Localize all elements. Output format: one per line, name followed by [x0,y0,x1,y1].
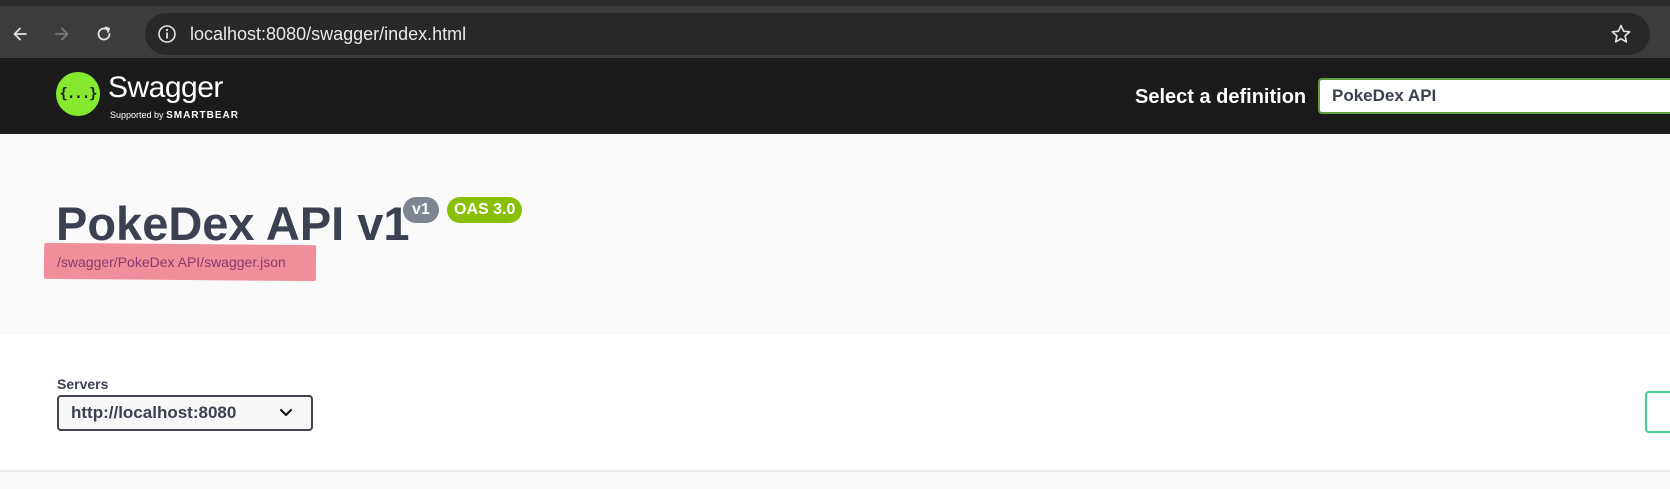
swagger-logo-icon[interactable]: {...} [56,72,100,116]
bookmark-star-icon[interactable] [1610,23,1632,45]
version-badge: v1 [403,197,439,223]
browser-toolbar: localhost:8080/swagger/index.html [0,0,1670,58]
address-bar[interactable]: localhost:8080/swagger/index.html [145,13,1650,55]
forward-button[interactable] [46,18,78,50]
oas-badge: OAS 3.0 [447,197,523,223]
swagger-topbar: {...} Swagger Supported by SMARTBEAR Sel… [0,58,1670,134]
supported-by-text: Supported by SMARTBEAR [110,110,239,121]
definition-select[interactable]: PokeDex API [1318,78,1670,114]
definition-label: Select a definition [1135,86,1307,108]
chevron-down-icon [279,408,293,417]
servers-section: Servers http://localhost:8080 [0,334,1670,472]
smartbear-brand: SMARTBEAR [166,110,239,121]
spec-json-link[interactable]: /swagger/PokeDex API/swagger.json [57,254,286,270]
authorize-button[interactable] [1645,391,1670,433]
operations-area [0,472,1670,489]
reload-button[interactable] [88,18,120,50]
arrow-left-icon [13,27,27,41]
back-button[interactable] [4,18,36,50]
servers-label: Servers [57,376,109,392]
swagger-logo-text[interactable]: Swagger [108,71,223,105]
servers-select[interactable]: http://localhost:8080 [57,395,313,431]
url-text: localhost:8080/swagger/index.html [190,24,467,44]
reload-icon [97,26,111,41]
api-info-section: PokeDex API v1 v1 OAS 3.0 /swagger/PokeD… [0,134,1670,334]
site-info-icon[interactable] [157,24,177,44]
arrow-right-icon [55,27,69,41]
servers-selected-value: http://localhost:8080 [71,403,237,422]
